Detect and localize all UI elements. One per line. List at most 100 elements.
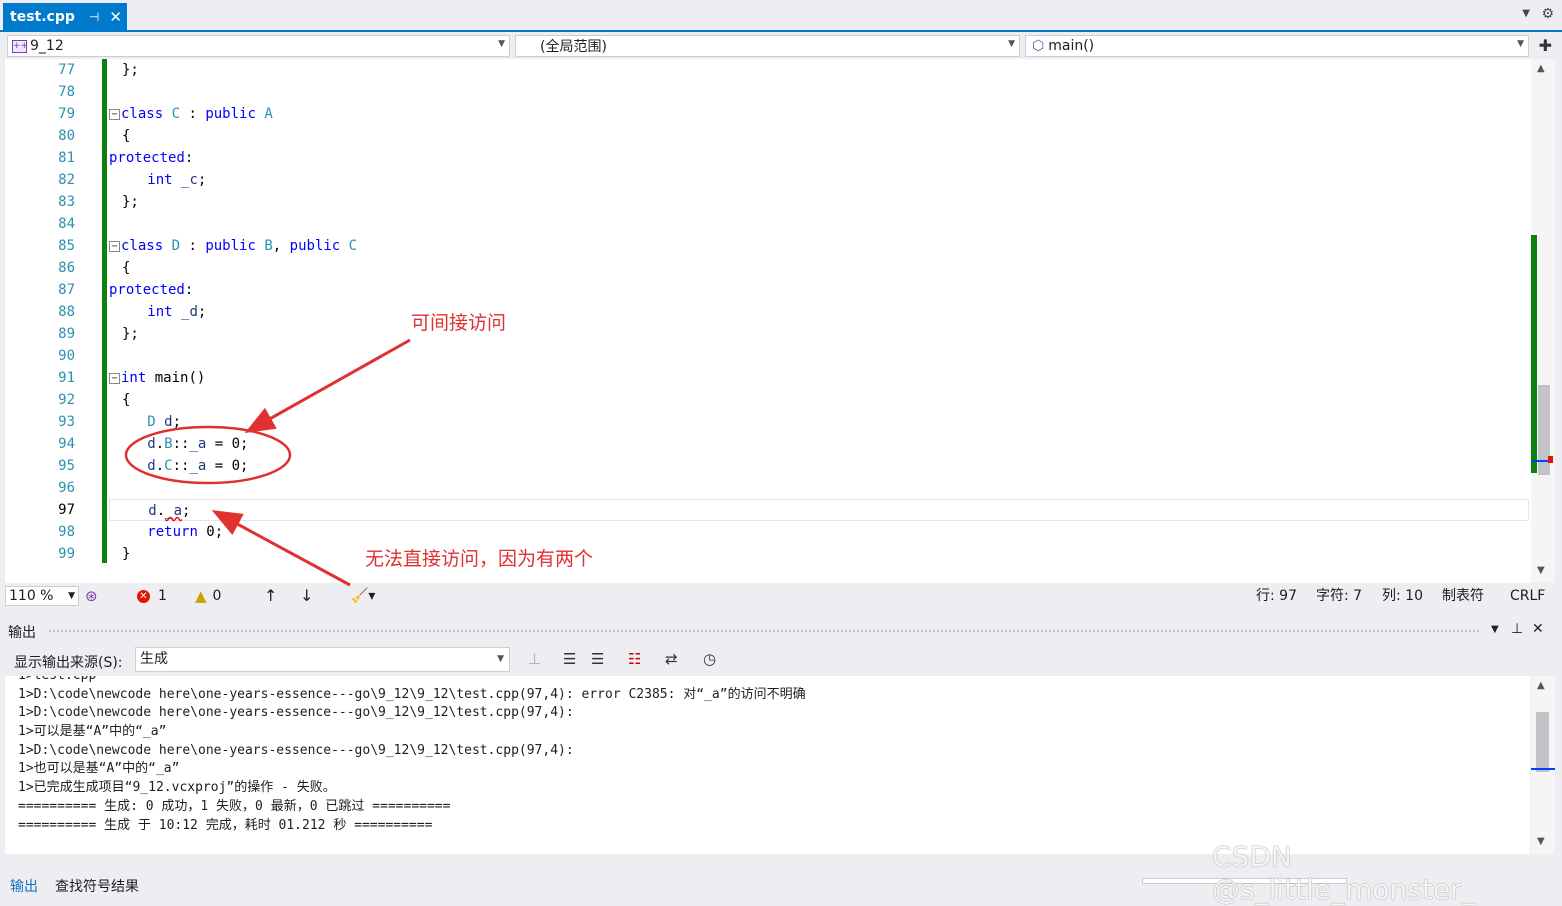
scroll-up-icon[interactable]: ▲	[1537, 680, 1545, 691]
scroll-up-icon[interactable]: ▲	[1537, 63, 1545, 74]
code-line[interactable]: protected:	[109, 279, 1529, 301]
line-number: 95	[58, 458, 75, 474]
code-line[interactable]: − class C : public A	[109, 103, 1529, 125]
next-message-icon[interactable]: ☰	[591, 650, 604, 668]
line-number: 96	[58, 480, 75, 496]
code-line[interactable]: d.B::_a = 0;	[109, 433, 1529, 455]
output-line: 1>test.cpp	[5, 676, 1530, 686]
word-wrap-icon[interactable]: ⇄	[665, 650, 678, 668]
code-line[interactable]: {	[109, 125, 1529, 147]
code-line[interactable]	[109, 213, 1529, 235]
change-tracking-bar	[102, 59, 107, 563]
member-dropdown[interactable]: ⬡ main() ▼	[1025, 35, 1529, 57]
line-number: 86	[58, 260, 75, 276]
output-line: ========== 生成: 0 成功，1 失败，0 最新，0 已跳过 ====…	[18, 798, 451, 814]
zoom-dropdown[interactable]: 110 % ▼	[5, 586, 79, 606]
gear-icon[interactable]: ⚙	[1541, 6, 1554, 22]
chevron-down-icon: ▼	[1008, 39, 1015, 49]
error-count-value: 1	[158, 588, 167, 604]
document-tab-bar: test.cpp ⊣ ✕ ▼ ⚙	[0, 0, 1562, 32]
code-line[interactable]: return 0;	[109, 521, 1529, 543]
clock-icon[interactable]: ◷	[703, 650, 716, 668]
code-line[interactable]: int _d;	[109, 301, 1529, 323]
code-line[interactable]	[109, 345, 1529, 367]
chevron-down-icon: ▼	[1517, 39, 1524, 49]
code-editor[interactable]: 77 78 79 80 81 82 83 84 85 86 87 88 89 90 91 92 93 94 95 96…	[5, 59, 1533, 583]
line-number: 78	[58, 84, 75, 100]
scroll-thumb[interactable]	[1536, 712, 1549, 772]
close-icon[interactable]: ✕	[1532, 621, 1544, 637]
output-source-select[interactable]: 生成 ▼	[135, 647, 510, 672]
previous-message-icon[interactable]: ☰	[563, 650, 576, 668]
output-source-label: 显示输出来源(S):	[14, 655, 123, 671]
next-issue-icon[interactable]: ↓	[300, 586, 313, 606]
tab-title: test.cpp	[10, 9, 75, 25]
pin-icon[interactable]: ⊣	[89, 10, 99, 24]
error-icon: ✕	[137, 589, 150, 603]
line-number: 99	[58, 546, 75, 562]
output-line: 1>D:\code\newcode here\one-years-essence…	[18, 686, 806, 702]
zoom-value: 110 %	[9, 588, 54, 604]
tab-list-dropdown-icon[interactable]: ▼	[1522, 8, 1530, 19]
code-line[interactable]: protected:	[109, 147, 1529, 169]
code-line[interactable]: D d;	[109, 411, 1529, 433]
navigation-bar: ++ 9_12 ▼ (全局范围) ▼ ⬡ main() ▼ ✚	[0, 32, 1562, 59]
error-count[interactable]: ✕ 1	[137, 586, 167, 606]
output-vertical-scrollbar[interactable]: ▲ ▼	[1531, 676, 1555, 854]
tab-find-symbol-results[interactable]: 查找符号结果	[55, 876, 139, 896]
change-marker	[1531, 235, 1537, 473]
tab-output[interactable]: 输出	[10, 876, 38, 896]
line-number: 94	[58, 436, 75, 452]
panel-dropdown-icon[interactable]: ▼	[1491, 624, 1499, 635]
code-line[interactable]: − int main()	[109, 367, 1529, 389]
close-icon[interactable]: ✕	[109, 8, 122, 26]
intellicode-icon[interactable]: ⊛	[85, 586, 98, 606]
pin-icon[interactable]: ⊥	[1511, 621, 1523, 637]
code-line[interactable]: d._a;	[109, 499, 1529, 521]
tabs-indicator[interactable]: 制表符	[1442, 586, 1484, 606]
output-source-value: 生成	[140, 651, 168, 667]
code-line[interactable]	[109, 477, 1529, 499]
clear-all-icon[interactable]: ☷	[628, 650, 641, 668]
output-line: 1>也可以是基“A”中的“_a”	[18, 761, 180, 777]
line-number: 87	[58, 282, 75, 298]
previous-issue-icon[interactable]: ↑	[264, 586, 277, 606]
tab-test-cpp[interactable]: test.cpp ⊣ ✕	[3, 3, 127, 31]
code-line[interactable]: − class D : public B, public C	[109, 235, 1529, 257]
editor-vertical-scrollbar[interactable]: ▲ ▼	[1531, 59, 1555, 583]
line-number: 81	[58, 150, 75, 166]
line-number: 82	[58, 172, 75, 188]
line-number: 89	[58, 326, 75, 342]
code-line[interactable]: };	[109, 191, 1529, 213]
split-window-icon[interactable]: ✚	[1539, 36, 1552, 55]
warning-count[interactable]: ▲ 0	[195, 586, 221, 606]
code-line[interactable]: };	[109, 59, 1529, 81]
line-number: 98	[58, 524, 75, 540]
code-line[interactable]	[109, 81, 1529, 103]
code-line[interactable]: }	[109, 543, 1529, 565]
code-cleanup-icon[interactable]: 🧹▾	[351, 586, 375, 606]
line-ending-indicator[interactable]: CRLF	[1510, 586, 1545, 606]
scope-dropdown[interactable]: (全局范围) ▼	[515, 35, 1020, 57]
code-line[interactable]: {	[109, 257, 1529, 279]
code-line[interactable]: {	[109, 389, 1529, 411]
column-indicator[interactable]: 列: 10	[1382, 586, 1423, 606]
scroll-down-icon[interactable]: ▼	[1537, 565, 1545, 576]
code-area[interactable]: }; − class C : public A{protected: int _c;…	[109, 59, 1529, 565]
output-panel-header: 输出 ▼ ⊥ ✕	[0, 617, 1562, 643]
project-dropdown[interactable]: ++ 9_12 ▼	[7, 35, 510, 57]
row-indicator[interactable]: 行: 97	[1256, 586, 1297, 606]
panel-grip[interactable]	[48, 629, 1480, 634]
code-line[interactable]: int _c;	[109, 169, 1529, 191]
char-indicator[interactable]: 字符: 7	[1316, 586, 1362, 606]
annotation-no-direct-access: 无法直接访问，因为有两个	[365, 548, 594, 570]
line-number: 91	[58, 370, 75, 386]
find-message-icon[interactable]: ⊥	[528, 650, 541, 668]
member-name: main()	[1048, 38, 1095, 54]
code-line[interactable]: d.C::_a = 0;	[109, 455, 1529, 477]
line-number: 88	[58, 304, 75, 320]
code-line[interactable]: };	[109, 323, 1529, 345]
chevron-down-icon: ▼	[498, 39, 505, 49]
line-number: 85	[58, 238, 75, 254]
output-text-area[interactable]: 1>test.cpp1>D:\code\newcode here\one-yea…	[5, 676, 1530, 854]
